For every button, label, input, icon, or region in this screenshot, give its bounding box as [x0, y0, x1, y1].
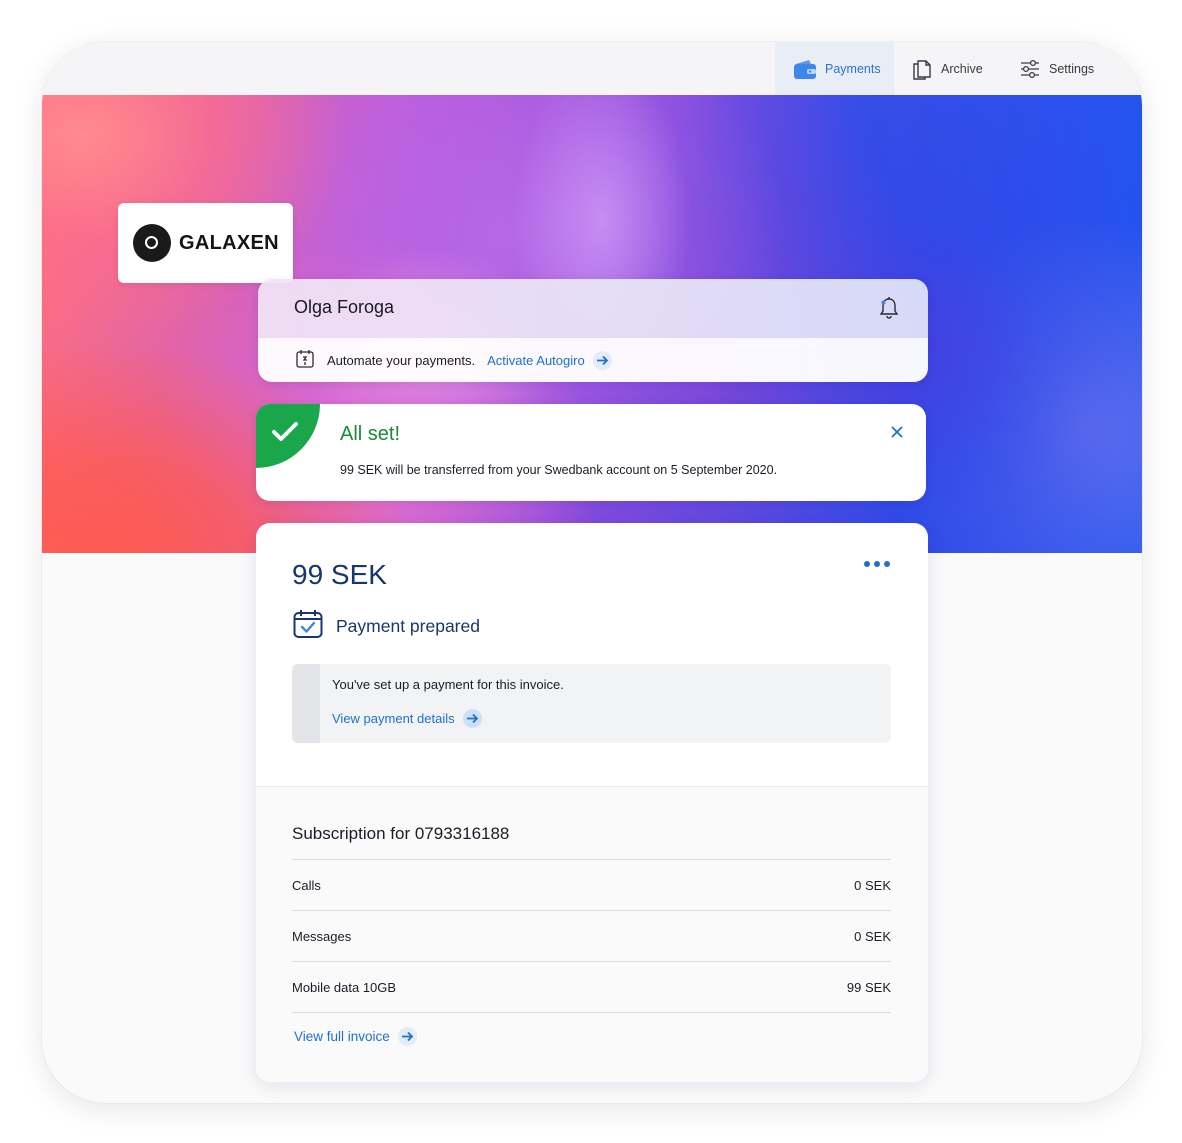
success-notice: All set! 99 SEK will be transferred from… [256, 404, 926, 501]
notice-title: All set! [340, 423, 401, 445]
row-label: Messages [292, 928, 352, 944]
activate-autogiro-link[interactable]: Activate Autogiro [487, 350, 612, 370]
nav-archive[interactable]: Archive [911, 42, 983, 95]
app-frame: Payments Archive Settings GALAXEN Olga F… [42, 42, 1142, 1103]
view-payment-details-link[interactable]: View payment details [332, 709, 482, 728]
user-name: Olga Foroga [294, 297, 395, 317]
row-value: 0 SEK [854, 877, 891, 893]
table-row: Mobile data 10GB 99 SEK [292, 961, 891, 1012]
divider [292, 1012, 891, 1013]
payment-info-text: You've set up a payment for this invoice… [332, 677, 564, 692]
payment-status: Payment prepared [292, 608, 480, 645]
payment-info-box: You've set up a payment for this invoice… [292, 664, 891, 743]
row-label: Calls [292, 877, 321, 893]
row-label: Mobile data 10GB [292, 979, 397, 995]
brand-logo: GALAXEN [118, 203, 293, 283]
row-value: 0 SEK [854, 928, 891, 944]
nav-payments-label: Payments [825, 61, 881, 76]
table-row: Calls 0 SEK [292, 859, 891, 910]
brand-name: GALAXEN [179, 231, 279, 254]
invoice-amount: 99 SEK [292, 559, 387, 590]
calendar-check-icon [292, 608, 324, 645]
bell-icon[interactable] [878, 296, 900, 325]
autogiro-icon [295, 349, 315, 372]
arrow-right-icon [462, 709, 482, 728]
arrow-right-icon [592, 350, 612, 370]
more-options-button[interactable] [864, 561, 890, 567]
nav-settings-label: Settings [1049, 61, 1095, 76]
wallet-icon [793, 58, 817, 80]
top-navigation: Payments Archive Settings [42, 42, 1142, 95]
view-full-invoice-link[interactable]: View full invoice [294, 1027, 417, 1046]
notice-message: 99 SEK will be transferred from your Swe… [340, 463, 778, 477]
subscription-section: Subscription for 0793316188 Calls 0 SEK … [256, 786, 928, 1082]
nav-payments[interactable]: Payments [775, 42, 894, 95]
sliders-icon [1019, 59, 1041, 79]
subscription-title: Subscription for 0793316188 [292, 824, 510, 843]
nav-settings[interactable]: Settings [1019, 42, 1094, 95]
status-label: Payment prepared [336, 616, 480, 636]
nav-archive-label: Archive [941, 61, 983, 76]
autogiro-text: Automate your payments. [327, 352, 476, 368]
brand-mark-icon [133, 224, 171, 262]
close-icon[interactable] [890, 425, 904, 444]
table-row: Messages 0 SEK [292, 910, 891, 961]
arrow-right-icon [397, 1027, 417, 1046]
invoice-card: 99 SEK Payment prepared You've set up a … [256, 523, 928, 1082]
checkmark-icon [270, 419, 300, 450]
user-card: Olga Foroga Automate your payments. Acti… [258, 279, 928, 382]
documents-icon [911, 58, 933, 80]
row-value: 99 SEK [846, 979, 891, 995]
